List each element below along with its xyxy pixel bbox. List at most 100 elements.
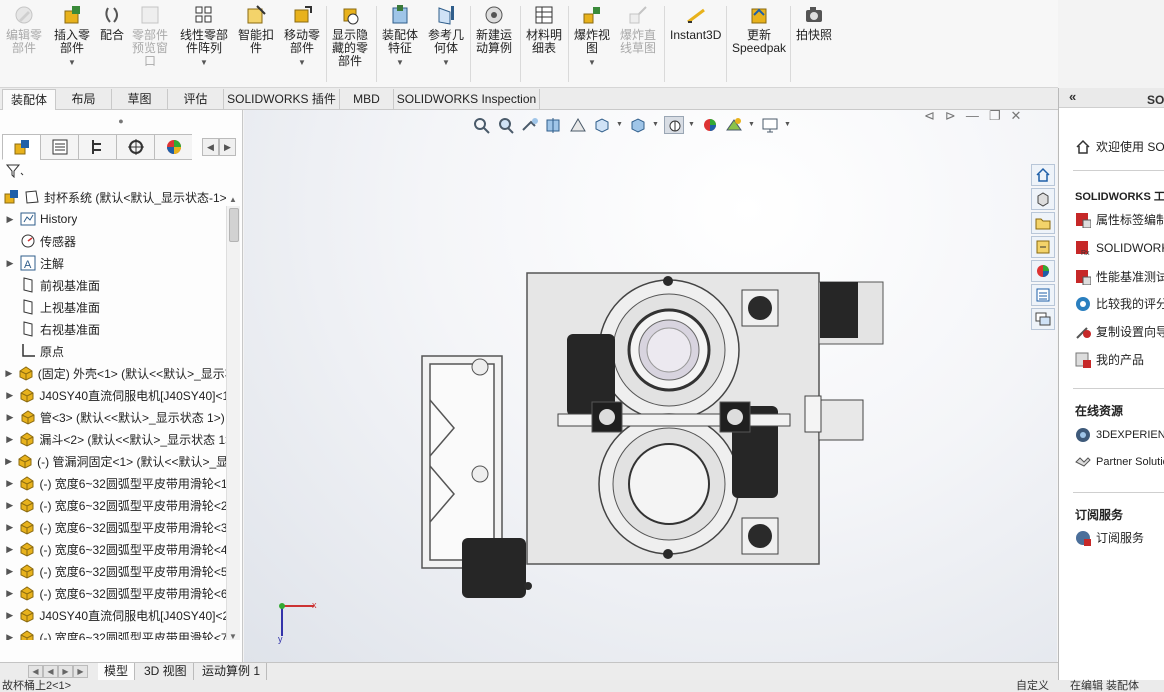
tree-item[interactable]: 传感器 <box>0 230 226 252</box>
tree-item[interactable]: ▶ (-) 宽度6~32圆弧型平皮带用滑轮<2> <box>0 494 226 516</box>
tab-model[interactable]: 模型 <box>98 663 136 680</box>
insert-component-button[interactable]: 插入零 部件 ▼ <box>54 4 90 69</box>
filter-icon[interactable] <box>5 164 24 181</box>
chevron-down-icon[interactable]: ▼ <box>68 56 76 69</box>
tab-dimxpert-manager[interactable] <box>116 134 154 160</box>
expand-arrow-icon[interactable]: ▶ <box>4 610 15 621</box>
scrollbar-thumb[interactable] <box>229 208 239 242</box>
link-partner-solutions[interactable]: Partner Solutions <box>1075 454 1164 470</box>
design-library-icon[interactable] <box>1031 188 1055 210</box>
tree-item[interactable]: 右视基准面 <box>0 318 226 340</box>
tool-performance-benchmark[interactable]: 性能基准测试 <box>1075 268 1164 285</box>
tree-item[interactable]: ▶ (-) 宽度6~32圆弧型平皮带用滑轮<3> <box>0 516 226 538</box>
prev-tab-icon[interactable]: ◀ <box>43 665 58 678</box>
first-tab-icon[interactable]: ◀ <box>28 665 43 678</box>
tab-solidworks-addins[interactable]: SOLIDWORKS 插件 <box>224 89 340 110</box>
view-palette-icon[interactable] <box>1031 236 1055 258</box>
last-tab-icon[interactable]: ▶ <box>73 665 88 678</box>
edit-component-button[interactable]: 编辑零 部件 <box>6 4 42 55</box>
file-explorer-icon[interactable] <box>1031 212 1055 234</box>
tree-item[interactable]: ▶ (-) 宽度6~32圆弧型平皮带用滑轮<1> <box>0 472 226 494</box>
chevron-left-icon[interactable]: ◀ <box>202 138 219 156</box>
tree-item[interactable]: ▶ History <box>0 208 226 230</box>
expand-arrow-icon[interactable]: ▶ <box>4 456 13 467</box>
tree-item[interactable]: 前视基准面 <box>0 274 226 296</box>
smart-fasteners-button[interactable]: 智能扣 件 <box>238 4 274 55</box>
expand-arrow-icon[interactable]: ▶ <box>4 214 16 225</box>
tab-property-manager[interactable] <box>40 134 78 160</box>
status-custom[interactable]: 自定义 <box>1016 680 1049 692</box>
tool-my-products[interactable]: 我的产品 <box>1075 351 1144 368</box>
tree-item[interactable]: ▶ J40SY40直流伺服电机[J40SY40]<1> <box>0 384 226 406</box>
expand-arrow-icon[interactable]: ▶ <box>4 368 14 379</box>
tree-root[interactable]: 封杯系统 (默认<默认_显示状态-1>) <box>0 186 226 208</box>
chevron-down-icon[interactable]: ▼ <box>200 56 208 69</box>
graphics-area[interactable]: ▼ ▼ ▼ ▼ ▼ ⊲ ⊳ — ❐ ✕ x y <box>244 110 1057 662</box>
instant3d-button[interactable]: Instant3D <box>670 4 721 42</box>
expand-arrow-icon[interactable]: ▶ <box>4 434 15 445</box>
chevron-down-icon[interactable]: ▼ <box>396 56 404 69</box>
tab-evaluate[interactable]: 评估 <box>168 89 224 110</box>
tree-item[interactable]: ▶ (-) 管漏洞固定<1> (默认<<默认>_显示状态 1>) <box>0 450 226 472</box>
bom-button[interactable]: 材料明 细表 <box>526 4 562 55</box>
expand-arrow-icon[interactable]: ▶ <box>4 632 15 641</box>
tree-item[interactable]: ▶ 漏斗<2> (默认<<默认>_显示状态 1>) <box>0 428 226 450</box>
tool-compare-scores[interactable]: 比较我的评分 <box>1075 295 1164 312</box>
tree-item[interactable]: ▶ (固定) 外壳<1> (默认<<默认>_显示状态 1>) <box>0 362 226 384</box>
mate-button[interactable]: 配合 <box>100 4 124 42</box>
tree-item[interactable]: ▶ (-) 宽度6~32圆弧型平皮带用滑轮<4> <box>0 538 226 560</box>
tree-item[interactable]: 上视基准面 <box>0 296 226 318</box>
expand-arrow-icon[interactable]: ▶ <box>4 412 16 423</box>
expand-arrow-icon[interactable]: ▶ <box>4 258 16 269</box>
new-motion-study-button[interactable]: 新建运 动算例 <box>476 4 512 55</box>
move-component-button[interactable]: 移动零 部件 ▼ <box>284 4 320 69</box>
panel-grip-icon[interactable]: ● <box>0 110 242 132</box>
expand-arrow-icon[interactable]: ▶ <box>4 390 15 401</box>
forum-icon[interactable] <box>1031 308 1055 330</box>
expand-arrow-icon[interactable]: ▶ <box>4 588 15 599</box>
custom-properties-icon[interactable] <box>1031 284 1055 306</box>
tab-configuration-manager[interactable] <box>78 134 116 160</box>
tab-3d-view[interactable]: 3D 视图 <box>138 663 194 680</box>
update-speedpak-button[interactable]: 更新 Speedpak <box>732 4 786 55</box>
tree-item[interactable]: 原点 <box>0 340 226 362</box>
explode-line-sketch-button[interactable]: 爆炸直 线草图 <box>620 4 656 55</box>
chevron-down-icon[interactable]: ▼ <box>298 56 306 69</box>
chevron-down-icon[interactable]: ▼ <box>588 56 596 69</box>
next-tab-icon[interactable]: ▶ <box>58 665 73 678</box>
tool-solidworks-rx[interactable]: Rx SOLIDWORKS Rx <box>1075 240 1164 257</box>
tab-solidworks-inspection[interactable]: SOLIDWORKS Inspection <box>394 89 540 110</box>
tree-item[interactable]: ▶ 管<3> (默认<<默认>_显示状态 1>) <box>0 406 226 428</box>
show-hidden-components-button[interactable]: 显示隐 藏的零 部件 <box>332 4 368 68</box>
collapse-pane-icon[interactable]: « <box>1069 89 1076 104</box>
tab-motion-study[interactable]: 运动算例 1 <box>196 663 268 680</box>
tab-assembly[interactable]: 装配体 <box>2 89 56 110</box>
exploded-view-button[interactable]: 爆炸视 图 ▼ <box>574 4 610 69</box>
tool-property-tab-builder[interactable]: 属性标签编制程序 <box>1075 211 1164 228</box>
tab-sketch[interactable]: 草图 <box>112 89 168 110</box>
expand-arrow-icon[interactable]: ▶ <box>4 478 15 489</box>
link-subscription[interactable]: 订阅服务 <box>1075 529 1144 546</box>
chevron-down-icon[interactable]: ▼ <box>442 56 450 69</box>
expand-arrow-icon[interactable]: ▶ <box>4 522 15 533</box>
link-3dexperience-marketplace[interactable]: 3DEXPERIENCE Marketplace <box>1075 427 1164 443</box>
tree-item[interactable]: ▶ J40SY40直流伺服电机[J40SY40]<2> <box>0 604 226 626</box>
tree-item[interactable]: ▶ (-) 宽度6~32圆弧型平皮带用滑轮<6> <box>0 582 226 604</box>
tab-mbd[interactable]: MBD <box>340 89 394 110</box>
tree-item[interactable]: ▶ (-) 宽度6~32圆弧型平皮带用滑轮<7> <box>0 626 226 640</box>
expand-arrow-icon[interactable]: ▶ <box>4 544 15 555</box>
tab-feature-manager[interactable] <box>2 134 40 160</box>
assembly-model[interactable] <box>244 110 1057 662</box>
scroll-up-icon[interactable]: ▲ <box>229 195 237 204</box>
tree-scrollbar[interactable]: ▲ ▼ <box>226 195 240 641</box>
chevron-right-icon[interactable]: ▶ <box>219 138 236 156</box>
tab-layout[interactable]: 布局 <box>56 89 112 110</box>
scroll-down-icon[interactable]: ▼ <box>229 632 237 641</box>
reference-geometry-button[interactable]: 参考几 何体 ▼ <box>428 4 464 69</box>
welcome-link[interactable]: 欢迎使用 SOLIDWORKS <box>1075 138 1164 155</box>
snapshot-button[interactable]: 拍快照 <box>796 4 832 42</box>
tree-item[interactable]: ▶ A 注解 <box>0 252 226 274</box>
component-preview-button[interactable]: 零部件 预览窗 口 <box>132 4 168 68</box>
linear-pattern-button[interactable]: 线性零部 件阵列 ▼ <box>180 4 228 69</box>
home-icon[interactable] <box>1031 164 1055 186</box>
